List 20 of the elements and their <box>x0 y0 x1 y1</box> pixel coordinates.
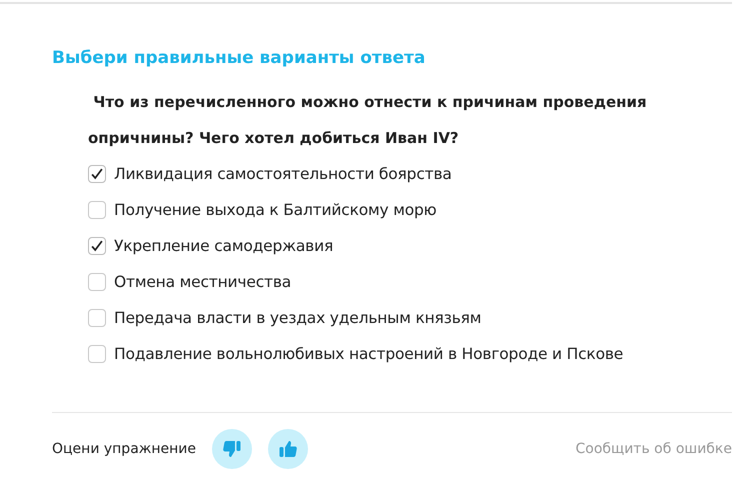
dislike-button[interactable] <box>212 429 252 469</box>
like-button[interactable] <box>268 429 308 469</box>
thumbs-down-icon <box>222 439 242 459</box>
checkbox[interactable] <box>88 165 106 183</box>
option-label: Подавление вольнолюбивых настроений в Новгороде и Пскове <box>114 345 624 363</box>
checkbox[interactable] <box>88 273 106 291</box>
option-label: Отмена местничества <box>114 273 292 291</box>
checkbox[interactable] <box>88 201 106 219</box>
option-label: Ликвидация самостоятельности боярства <box>114 165 452 183</box>
task-heading: Выбери правильные варианты ответа <box>52 47 426 70</box>
option-label: Укрепление самодержавия <box>114 237 334 255</box>
checkbox[interactable] <box>88 237 106 255</box>
question-text: Что из перечисленного можно отнести к причинам проведения опричнины? Чего хотел добиться Иван IV? <box>88 92 648 149</box>
checkbox[interactable] <box>88 345 106 363</box>
thumbs-up-icon <box>278 439 298 459</box>
report-error-link[interactable]: Сообщить об ошибке <box>575 441 732 457</box>
checkbox[interactable] <box>88 309 106 327</box>
rate-label: Оцени упражнение <box>52 441 196 457</box>
option-label: Передача власти в уездах удельным князьям <box>114 309 482 327</box>
option-label: Получение выхода к Балтийскому морю <box>114 201 436 219</box>
